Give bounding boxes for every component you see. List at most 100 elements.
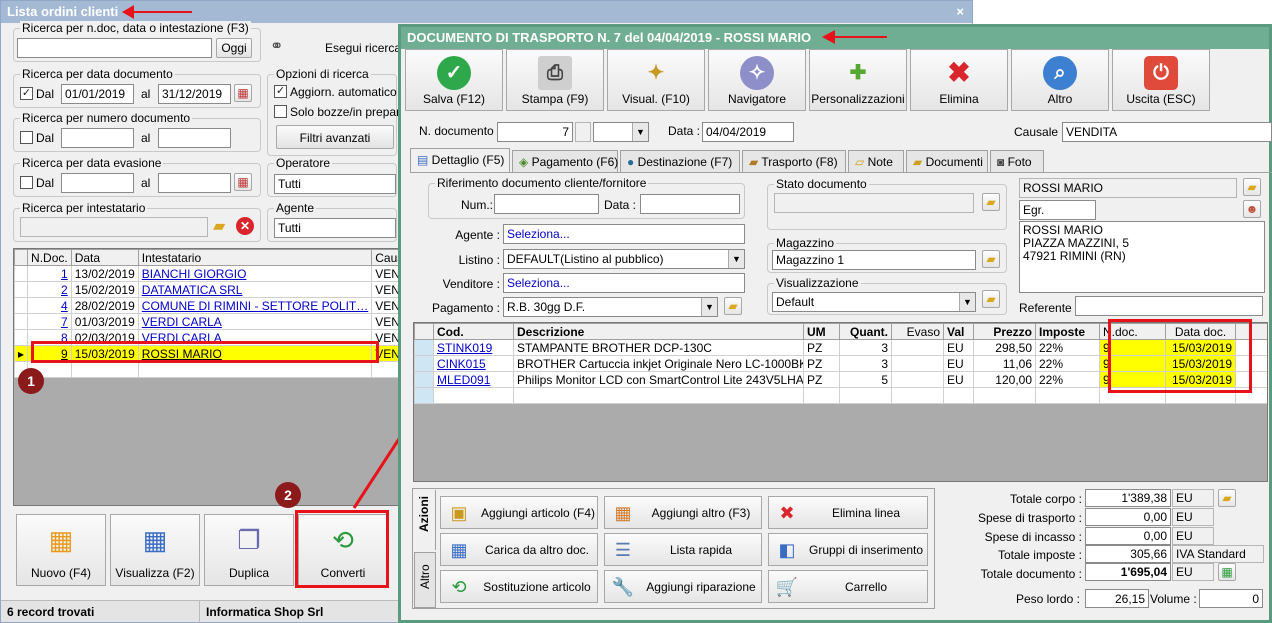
folder-icon[interactable]: ▰	[213, 216, 225, 236]
agent-value[interactable]: Seleziona...	[507, 227, 570, 241]
folder-icon[interactable]: ▰	[982, 250, 1000, 268]
doc-number-suffix[interactable]	[575, 122, 591, 142]
item-code-link[interactable]: MLED091	[437, 373, 490, 387]
doc-date-input[interactable]: 04/04/2019	[702, 122, 794, 142]
num-from-input[interactable]	[61, 128, 134, 148]
col-header[interactable]: Val	[943, 323, 974, 340]
duplicate-button[interactable]: ❐ Duplica	[204, 514, 294, 586]
tab-destination[interactable]: ● Destinazione (F7)	[620, 150, 740, 172]
folder-icon[interactable]: ▰	[1218, 489, 1236, 507]
tab-transport[interactable]: ▰ Trasporto (F8)	[742, 150, 846, 172]
doc-number-input[interactable]: 7	[497, 122, 573, 142]
warehouse-input[interactable]: Magazzino 1	[772, 250, 976, 270]
col-header[interactable]: Descrizione	[513, 323, 804, 340]
calculator-icon[interactable]: ▦	[1218, 563, 1236, 581]
payment-select[interactable]: R.B. 30gg D.F. ▼	[503, 297, 718, 317]
item-code-link[interactable]: CINK015	[437, 357, 486, 371]
today-button[interactable]: Oggi	[216, 38, 252, 58]
delete-button[interactable]: ✖ Elimina	[910, 49, 1008, 111]
quick-list-button[interactable]: ☰ Lista rapida	[604, 533, 762, 566]
col-header[interactable]: Cod.	[433, 323, 514, 340]
side-tab-other[interactable]: Altro	[414, 552, 436, 608]
side-tab-actions[interactable]: Azioni	[414, 490, 436, 550]
tab-photo[interactable]: ◙ Foto	[990, 150, 1044, 172]
volume-value[interactable]: 0	[1199, 589, 1263, 608]
visual-button[interactable]: ✦ Visual. (F10)	[607, 49, 705, 111]
insert-groups-button[interactable]: ◧ Gruppi di inserimento	[768, 533, 928, 566]
navigator-button[interactable]: ✧ Navigatore	[708, 49, 806, 111]
save-button[interactable]: ✓ Salva (F12)	[405, 49, 503, 111]
folder-icon[interactable]: ▰	[982, 193, 1000, 211]
table-row[interactable]: 701/03/2019VERDI CARLA VEND	[14, 313, 398, 330]
replace-item-button[interactable]: ⟲ Sostituzione articolo	[440, 570, 598, 603]
delete-line-button[interactable]: ✖ Elimina linea	[768, 496, 928, 529]
customer-name-field[interactable]: ROSSI MARIO	[1019, 178, 1237, 198]
cart-button[interactable]: 🛒 Carrello	[768, 570, 928, 603]
col-header[interactable]: Quant.	[839, 323, 892, 340]
evas-to-input[interactable]	[158, 173, 231, 193]
doc-number-link[interactable]: 1	[61, 267, 68, 281]
num-to-input[interactable]	[158, 128, 231, 148]
from-date-input[interactable]: 01/01/2019	[61, 84, 134, 104]
gross-weight-value[interactable]: 26,15	[1085, 589, 1149, 608]
chevron-down-icon[interactable]: ▼	[959, 293, 975, 311]
user-icon[interactable]: ☻	[1243, 200, 1261, 218]
ref-num-input[interactable]	[494, 194, 599, 214]
col-header[interactable]: Caus	[371, 249, 398, 266]
add-repair-button[interactable]: 🔧 Aggiungi riparazione	[604, 570, 762, 603]
customize-button[interactable]: ✚ Personalizzazioni	[809, 49, 907, 111]
calendar-icon[interactable]: ▦	[234, 173, 252, 191]
chevron-down-icon[interactable]: ▼	[728, 250, 744, 268]
seller-value[interactable]: Seleziona...	[507, 276, 570, 290]
table-row[interactable]: 113/02/2019BIANCHI GIORGIO VEND	[14, 265, 398, 282]
exec-search-label[interactable]: Esegui ricerca	[325, 41, 401, 55]
holder-input[interactable]	[20, 217, 208, 237]
doc-series-select[interactable]: ▼	[593, 122, 649, 142]
customer-title-input[interactable]: Egr.	[1019, 200, 1096, 220]
tab-notes[interactable]: ▱ Note	[848, 150, 904, 172]
advanced-filters-button[interactable]: Filtri avanzati	[276, 125, 394, 149]
drafts-checkbox[interactable]	[274, 105, 287, 118]
col-header[interactable]: Evaso	[891, 323, 944, 340]
ref-date-input[interactable]	[640, 194, 740, 214]
doc-number-link[interactable]: 7	[61, 315, 68, 329]
auto-update-checkbox[interactable]: ✓	[274, 85, 287, 98]
load-from-doc-button[interactable]: ▦ Carica da altro doc.	[440, 533, 598, 566]
doc-number-link[interactable]: 2	[61, 283, 68, 297]
folder-icon[interactable]: ▰	[724, 297, 742, 315]
holder-link[interactable]: DATAMATICA SRL	[142, 283, 243, 297]
item-code-link[interactable]: STINK019	[437, 341, 492, 355]
causal-input[interactable]: VENDITA	[1062, 122, 1272, 142]
agent-select[interactable]: Tutti	[274, 218, 396, 238]
num-from-checkbox[interactable]	[20, 131, 33, 144]
new-button[interactable]: ▦ Nuovo (F4)	[16, 514, 106, 586]
from-checkbox[interactable]: ✓	[20, 87, 33, 100]
holder-link[interactable]: BIANCHI GIORGIO	[142, 267, 247, 281]
folder-icon[interactable]: ▰	[982, 290, 1000, 308]
search-input[interactable]	[17, 38, 212, 58]
operator-select[interactable]: Tutti	[274, 174, 396, 194]
col-header[interactable]: N.Doc.	[27, 249, 72, 266]
print-button[interactable]: ⎙ Stampa (F9)	[506, 49, 604, 111]
calendar-icon[interactable]: ▦	[234, 84, 252, 102]
binoculars-icon[interactable]: ⚭	[270, 36, 283, 56]
add-other-button[interactable]: ▦ Aggiungi altro (F3)	[604, 496, 762, 529]
seller-field[interactable]: Seleziona...	[503, 273, 745, 293]
tab-detail[interactable]: ▤ Dettaglio (F5)	[410, 148, 510, 172]
referent-input[interactable]	[1075, 296, 1263, 316]
holder-link[interactable]: VERDI CARLA	[142, 315, 222, 329]
folder-icon[interactable]: ▰	[1243, 178, 1261, 196]
col-header[interactable]: Data	[70, 249, 139, 266]
close-icon[interactable]: ×	[956, 4, 964, 19]
exit-button[interactable]: ⏻ Uscita (ESC)	[1112, 49, 1210, 111]
holder-link[interactable]: COMUNE DI RIMINI - SETTORE POLIT…	[142, 299, 368, 313]
col-header[interactable]: Prezzo	[973, 323, 1036, 340]
evas-from-checkbox[interactable]	[20, 176, 33, 189]
view-button[interactable]: ▦ Visualizza (F2)	[110, 514, 200, 586]
evas-from-input[interactable]	[61, 173, 134, 193]
col-header[interactable]: UM	[803, 323, 840, 340]
doc-number-link[interactable]: 4	[61, 299, 68, 313]
table-row[interactable]: 215/02/2019DATAMATICA SRL VEND	[14, 281, 398, 298]
price-list-select[interactable]: DEFAULT(Listino al pubblico) ▼	[503, 249, 745, 269]
chevron-down-icon[interactable]: ▼	[632, 123, 648, 141]
